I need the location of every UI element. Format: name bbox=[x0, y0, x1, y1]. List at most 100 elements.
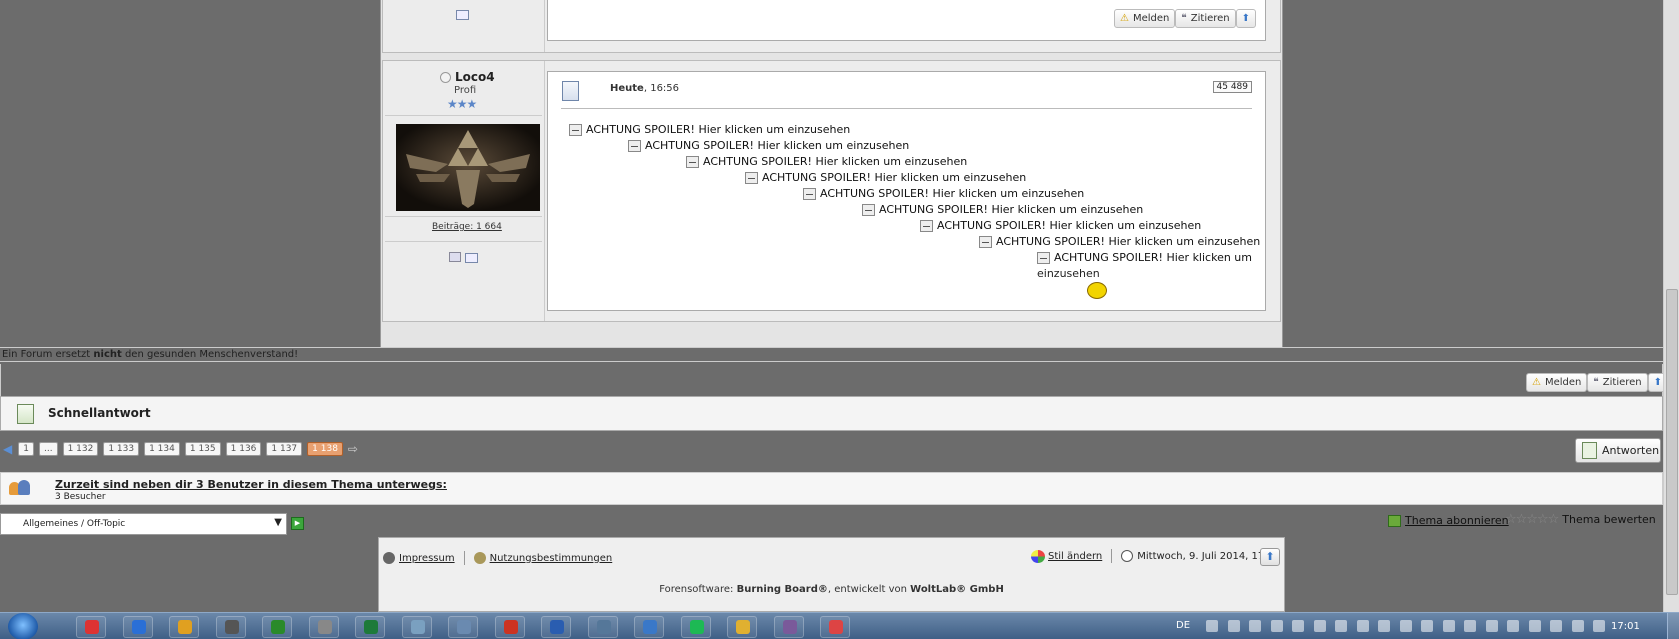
tray-icon[interactable] bbox=[1528, 620, 1541, 632]
author-line: Loco4 bbox=[440, 70, 495, 84]
report-button[interactable]: ⚠ Melden bbox=[1526, 373, 1588, 392]
taskbar-explorer-window[interactable] bbox=[448, 616, 478, 638]
tray-icon[interactable] bbox=[1249, 620, 1261, 632]
tray-icon[interactable] bbox=[1421, 620, 1433, 632]
terms-link[interactable]: Nutzungsbestimmungen bbox=[490, 553, 613, 564]
quote-button[interactable]: ❝ Zitieren bbox=[1587, 373, 1648, 392]
taskbar-spotify[interactable] bbox=[680, 616, 711, 638]
taskbar-clock-app[interactable] bbox=[727, 616, 757, 638]
page-link[interactable]: 1 bbox=[18, 442, 34, 456]
post-number-link[interactable]: 45 489 bbox=[1212, 81, 1252, 93]
spotify-icon bbox=[689, 620, 704, 634]
page-link[interactable]: 1 136 bbox=[225, 442, 262, 456]
scroll-top-button[interactable]: ⬆ bbox=[1235, 9, 1257, 28]
tray-icon[interactable] bbox=[1206, 620, 1218, 632]
page-link[interactable]: 1 132 bbox=[62, 442, 99, 456]
page-link[interactable]: 1 135 bbox=[184, 442, 221, 456]
prev-post-sidebar bbox=[383, 0, 545, 52]
taskbar-keepass[interactable] bbox=[215, 616, 246, 638]
tray-icon[interactable] bbox=[1227, 620, 1240, 632]
author-name[interactable]: Loco4 bbox=[455, 70, 495, 84]
scrollbar-thumb[interactable] bbox=[1666, 289, 1678, 595]
spoiler-toggle[interactable]: ACHTUNG SPOILER! Hier klicken um einzuse… bbox=[862, 203, 1143, 216]
collapse-icon bbox=[979, 236, 992, 248]
spoiler-toggle[interactable]: ACHTUNG SPOILER! Hier klicken um einzuse… bbox=[569, 123, 850, 136]
tray-icon[interactable] bbox=[1335, 620, 1347, 632]
show-desktop-button[interactable] bbox=[1667, 613, 1679, 639]
taskbar-media-app[interactable] bbox=[773, 616, 804, 638]
online-users-title[interactable]: Zurzeit sind neben dir 3 Benutzer in die… bbox=[55, 478, 447, 491]
tray-icon[interactable] bbox=[1313, 620, 1326, 632]
forum-jump-select[interactable]: Allgemeines / Off-Topic ▼ bbox=[0, 513, 287, 535]
page-link[interactable]: ... bbox=[38, 442, 58, 456]
mail-icon[interactable] bbox=[456, 10, 469, 20]
page-link[interactable]: 1 134 bbox=[144, 442, 180, 456]
spoiler-toggle[interactable]: ACHTUNG SPOILER! Hier klicken um einzuse… bbox=[803, 187, 1084, 200]
keyboard-language[interactable]: DE bbox=[1176, 620, 1190, 631]
subscribe-thread[interactable]: Thema abonnieren bbox=[1388, 514, 1509, 527]
info-icon bbox=[383, 552, 395, 564]
taskbar-chrome[interactable] bbox=[169, 616, 199, 638]
subscribe-icon bbox=[1388, 514, 1401, 527]
page-link[interactable]: 1 137 bbox=[266, 442, 303, 456]
quick-reply-bar[interactable]: Schnellantwort bbox=[0, 396, 1663, 431]
go-button[interactable]: ▶ bbox=[291, 517, 304, 530]
spoiler-toggle[interactable]: ACHTUNG SPOILER! Hier klicken um einzuse… bbox=[745, 171, 1026, 184]
scrollbar[interactable] bbox=[1663, 0, 1679, 612]
imprint-link[interactable]: Impressum bbox=[399, 553, 455, 564]
mail-icon[interactable] bbox=[465, 253, 478, 263]
collapse-icon bbox=[803, 188, 816, 200]
taskbar-word[interactable] bbox=[541, 616, 571, 638]
system-tray: DE bbox=[1158, 613, 1608, 639]
clock[interactable]: 17:01 bbox=[1611, 621, 1640, 632]
media-app-icon bbox=[782, 620, 797, 634]
spoiler-toggle[interactable]: ACHTUNG SPOILER! Hier klicken um einzuse… bbox=[628, 139, 909, 152]
tray-icon[interactable] bbox=[1270, 620, 1283, 632]
taskbar-error-app[interactable] bbox=[76, 616, 106, 638]
spoiler-toggle[interactable]: ACHTUNG SPOILER! Hier klicken um bbox=[1037, 251, 1252, 264]
scroll-top-button[interactable]: ⬆ bbox=[1260, 548, 1280, 566]
taskbar-internet-explorer[interactable] bbox=[122, 616, 153, 638]
collapse-icon bbox=[569, 124, 582, 136]
spoiler-toggle[interactable]: ACHTUNG SPOILER! Hier klicken um einzuse… bbox=[920, 219, 1201, 232]
taskbar-feather-app[interactable] bbox=[308, 616, 339, 638]
rate-thread[interactable]: ☆☆☆☆☆ Thema bewerten bbox=[1505, 512, 1656, 527]
tray-icon[interactable] bbox=[1378, 620, 1390, 632]
arrow-right-icon[interactable]: ⇨ bbox=[348, 442, 358, 456]
reply-button[interactable]: Antworten bbox=[1575, 438, 1661, 463]
tray-icon[interactable] bbox=[1550, 620, 1562, 632]
taskbar-excel[interactable] bbox=[355, 616, 385, 638]
tray-icon[interactable] bbox=[1442, 620, 1455, 632]
taskbar-green-app[interactable] bbox=[262, 616, 292, 638]
tray-icon[interactable] bbox=[1485, 620, 1498, 632]
quote-button[interactable]: ❝ Zitieren bbox=[1175, 9, 1236, 28]
taskbar-desktop-app[interactable] bbox=[587, 616, 618, 638]
taskbar-globe-app[interactable] bbox=[634, 616, 664, 638]
rating-stars-icon[interactable]: ☆☆☆☆☆ bbox=[1505, 512, 1559, 527]
avatar[interactable] bbox=[396, 124, 540, 211]
file-app-icon bbox=[410, 620, 425, 634]
taskbar-file-app[interactable] bbox=[401, 616, 432, 638]
tray-icon[interactable] bbox=[1464, 620, 1476, 632]
post-count-link[interactable]: Beiträge: 1 664 bbox=[432, 222, 502, 232]
page-link[interactable]: 1 133 bbox=[103, 442, 140, 456]
homepage-icon[interactable] bbox=[449, 252, 461, 262]
collapse-icon bbox=[745, 172, 758, 184]
tray-icon[interactable] bbox=[1292, 620, 1304, 632]
spoiler-toggle[interactable]: ACHTUNG SPOILER! Hier klicken um einzuse… bbox=[686, 155, 967, 168]
spoiler-toggle[interactable]: ACHTUNG SPOILER! Hier klicken um einzuse… bbox=[979, 235, 1260, 248]
tray-icon[interactable] bbox=[1507, 620, 1519, 632]
start-button[interactable] bbox=[8, 613, 38, 639]
taskbar-chrome-2[interactable] bbox=[820, 616, 850, 638]
report-button[interactable]: ⚠ Melden bbox=[1114, 9, 1176, 28]
page-link[interactable]: 1 138 bbox=[307, 442, 343, 456]
tray-icon[interactable] bbox=[1356, 620, 1369, 632]
taskbar-acrobat[interactable] bbox=[494, 616, 525, 638]
tray-icon[interactable] bbox=[1593, 620, 1605, 632]
tray-icon[interactable] bbox=[1399, 620, 1412, 632]
divider bbox=[385, 216, 542, 217]
arrow-left-icon[interactable]: ◀ bbox=[3, 442, 12, 456]
change-style-link[interactable]: Stil ändern bbox=[1048, 551, 1102, 562]
tray-icon[interactable] bbox=[1571, 620, 1584, 632]
feather-app-icon bbox=[317, 620, 332, 634]
